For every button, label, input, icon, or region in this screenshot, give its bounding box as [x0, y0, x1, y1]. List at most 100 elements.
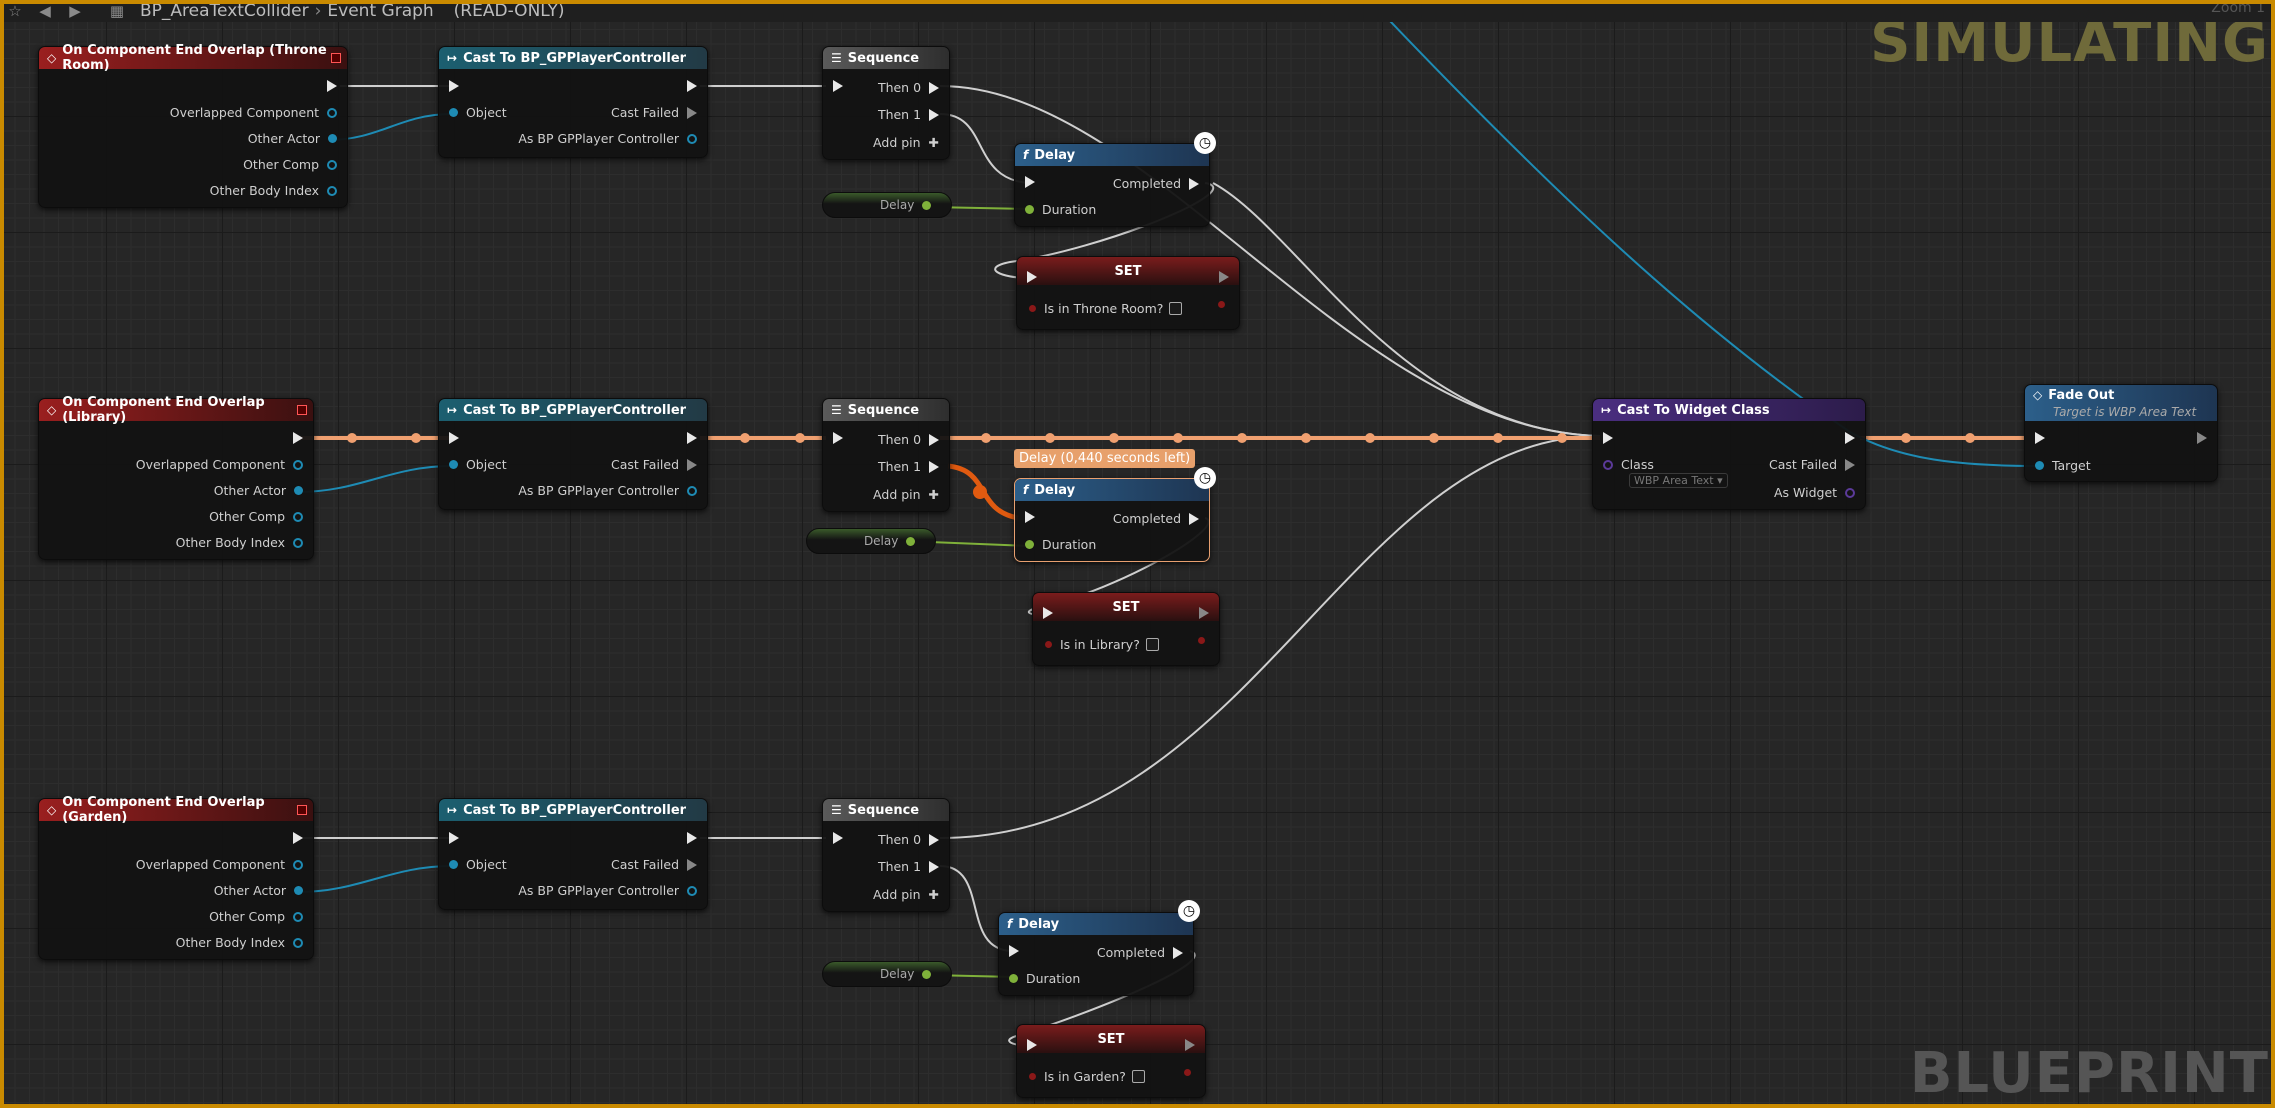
- event-node-library[interactable]: ◇ On Component End Overlap (Library) Over…: [38, 395, 314, 560]
- cast-failed-pin[interactable]: Cast Failed: [1769, 457, 1855, 472]
- is-in-garden-pin[interactable]: Is in Garden?: [1029, 1069, 1145, 1084]
- then-1-pin[interactable]: Then 1: [878, 459, 939, 474]
- exec-out-pin[interactable]: [1185, 1039, 1195, 1051]
- exec-in-pin[interactable]: [2035, 432, 2045, 444]
- completed-pin[interactable]: Completed: [1113, 511, 1199, 526]
- duration-pin[interactable]: Duration: [1025, 537, 1096, 552]
- overlapped-component-pin[interactable]: Overlapped Component: [170, 105, 337, 120]
- exec-in-pin[interactable]: [449, 432, 459, 444]
- delegate-pin-icon[interactable]: [297, 405, 307, 415]
- completed-pin[interactable]: Completed: [1097, 945, 1183, 960]
- cast-to-widget-class-node[interactable]: ↦ Cast To Widget Class Class WBP Area Tex…: [1592, 398, 1866, 510]
- as-player-controller-pin[interactable]: As BP GPPlayer Controller: [518, 883, 697, 898]
- delay-variable-library[interactable]: Delay: [806, 528, 936, 554]
- star-icon[interactable]: ☆: [0, 2, 30, 20]
- fade-out-node[interactable]: ◇ Fade Out Target is WBP Area Text Target: [2024, 384, 2218, 482]
- object-pin[interactable]: Object: [449, 105, 507, 120]
- set-node-throne-room[interactable]: SET Is in Throne Room?: [1016, 256, 1240, 330]
- exec-out-pin[interactable]: [293, 832, 303, 844]
- then-1-pin[interactable]: Then 1: [878, 859, 939, 874]
- exec-out-pin[interactable]: [293, 432, 303, 444]
- exec-out-pin[interactable]: [1219, 271, 1229, 283]
- exec-in-pin[interactable]: [1027, 271, 1037, 283]
- delay-node-library[interactable]: f Delay Completed Duration: [1014, 478, 1210, 562]
- event-node-garden[interactable]: ◇ On Component End Overlap (Garden) Overl…: [38, 795, 314, 960]
- other-comp-pin[interactable]: Other Comp: [243, 157, 337, 172]
- as-player-controller-pin[interactable]: As BP GPPlayer Controller: [518, 483, 697, 498]
- exec-in-pin[interactable]: [1027, 1039, 1037, 1051]
- delay-node-throne-room[interactable]: f Delay Completed Duration: [1014, 143, 1210, 227]
- other-comp-pin[interactable]: Other Comp: [209, 509, 303, 524]
- other-body-index-pin[interactable]: Other Body Index: [176, 535, 303, 550]
- is-in-library-pin[interactable]: Is in Library?: [1045, 637, 1159, 652]
- overlapped-component-pin[interactable]: Overlapped Component: [136, 457, 303, 472]
- then-0-pin[interactable]: Then 0: [878, 80, 939, 95]
- exec-in-pin[interactable]: [833, 832, 843, 844]
- overlapped-component-pin[interactable]: Overlapped Component: [136, 857, 303, 872]
- breadcrumb-asset[interactable]: BP_AreaTextCollider: [140, 1, 309, 21]
- other-actor-pin[interactable]: Other Actor: [214, 883, 303, 898]
- exec-out-pin[interactable]: [327, 80, 337, 92]
- other-actor-pin[interactable]: Other Actor: [214, 483, 303, 498]
- exec-in-pin[interactable]: [1009, 945, 1019, 957]
- sequence-node-throne-room[interactable]: ☰ Sequence Then 0 Then 1 Add pin ✚: [822, 46, 950, 160]
- delegate-pin-icon[interactable]: [297, 805, 307, 815]
- set-node-garden[interactable]: SET Is in Garden?: [1016, 1024, 1206, 1098]
- as-player-controller-pin[interactable]: As BP GPPlayer Controller: [518, 131, 697, 146]
- exec-in-pin[interactable]: [449, 80, 459, 92]
- add-pin-button[interactable]: Add pin ✚: [873, 135, 939, 150]
- duration-pin[interactable]: Duration: [1009, 971, 1080, 986]
- arrow-right-icon[interactable]: ▶: [60, 2, 90, 20]
- other-body-index-pin[interactable]: Other Body Index: [210, 183, 337, 198]
- cast-failed-pin[interactable]: Cast Failed: [611, 457, 697, 472]
- is-in-throne-room-pin[interactable]: Is in Throne Room?: [1029, 301, 1183, 316]
- cast-node-library[interactable]: ↦ Cast To BP_GPPlayerController Object Ca…: [438, 398, 708, 510]
- exec-out-pin[interactable]: [1845, 432, 1855, 444]
- delay-variable-throne-room[interactable]: Delay: [822, 192, 952, 218]
- cast-failed-pin[interactable]: Cast Failed: [611, 105, 697, 120]
- bool-out-pin[interactable]: [1184, 1069, 1191, 1076]
- exec-out-pin[interactable]: [687, 432, 697, 444]
- set-node-library[interactable]: SET Is in Library?: [1032, 592, 1220, 666]
- then-1-pin[interactable]: Then 1: [878, 107, 939, 122]
- class-pin[interactable]: Class: [1603, 457, 1654, 472]
- bool-checkbox[interactable]: [1131, 1070, 1145, 1083]
- sequence-node-library[interactable]: ☰ Sequence Then 0 Then 1 Add pin ✚: [822, 398, 950, 512]
- delay-variable-garden[interactable]: Delay: [822, 961, 952, 987]
- bool-checkbox[interactable]: [1169, 302, 1183, 315]
- object-pin[interactable]: Object: [449, 857, 507, 872]
- cast-node-garden[interactable]: ↦ Cast To BP_GPPlayerController Object Ca…: [438, 798, 708, 910]
- bool-out-pin[interactable]: [1218, 301, 1225, 308]
- cast-node-throne-room[interactable]: ↦ Cast To BP_GPPlayerController Object Ca…: [438, 46, 708, 158]
- duration-pin[interactable]: Duration: [1025, 202, 1096, 217]
- exec-out-pin[interactable]: [687, 832, 697, 844]
- completed-pin[interactable]: Completed: [1113, 176, 1199, 191]
- exec-in-pin[interactable]: [449, 832, 459, 844]
- other-actor-pin[interactable]: Other Actor: [248, 131, 337, 146]
- breadcrumb-graph[interactable]: Event Graph: [327, 1, 433, 21]
- other-body-index-pin[interactable]: Other Body Index: [176, 935, 303, 950]
- then-0-pin[interactable]: Then 0: [878, 432, 939, 447]
- bool-out-pin[interactable]: [1198, 637, 1205, 644]
- exec-in-pin[interactable]: [1025, 176, 1035, 188]
- other-comp-pin[interactable]: Other Comp: [209, 909, 303, 924]
- event-node-throne-room[interactable]: ◇ On Component End Overlap (Throne Room) …: [38, 43, 348, 208]
- sequence-node-garden[interactable]: ☰ Sequence Then 0 Then 1 Add pin ✚: [822, 798, 950, 912]
- add-pin-button[interactable]: Add pin ✚: [873, 887, 939, 902]
- exec-in-pin[interactable]: [833, 432, 843, 444]
- object-pin[interactable]: Object: [449, 457, 507, 472]
- exec-in-pin[interactable]: [1025, 511, 1035, 523]
- exec-in-pin[interactable]: [1043, 607, 1053, 619]
- delegate-pin-icon[interactable]: [331, 53, 341, 63]
- exec-out-pin[interactable]: [687, 80, 697, 92]
- exec-in-pin[interactable]: [833, 80, 843, 92]
- class-select[interactable]: WBP Area Text ▾: [1619, 473, 1728, 488]
- exec-in-pin[interactable]: [1603, 432, 1613, 444]
- add-pin-button[interactable]: Add pin ✚: [873, 487, 939, 502]
- arrow-left-icon[interactable]: ◀: [30, 2, 60, 20]
- exec-out-pin[interactable]: [1199, 607, 1209, 619]
- as-widget-pin[interactable]: As Widget: [1774, 485, 1855, 500]
- delay-node-garden[interactable]: f Delay Completed Duration: [998, 912, 1194, 996]
- bool-checkbox[interactable]: [1145, 638, 1159, 651]
- cast-failed-pin[interactable]: Cast Failed: [611, 857, 697, 872]
